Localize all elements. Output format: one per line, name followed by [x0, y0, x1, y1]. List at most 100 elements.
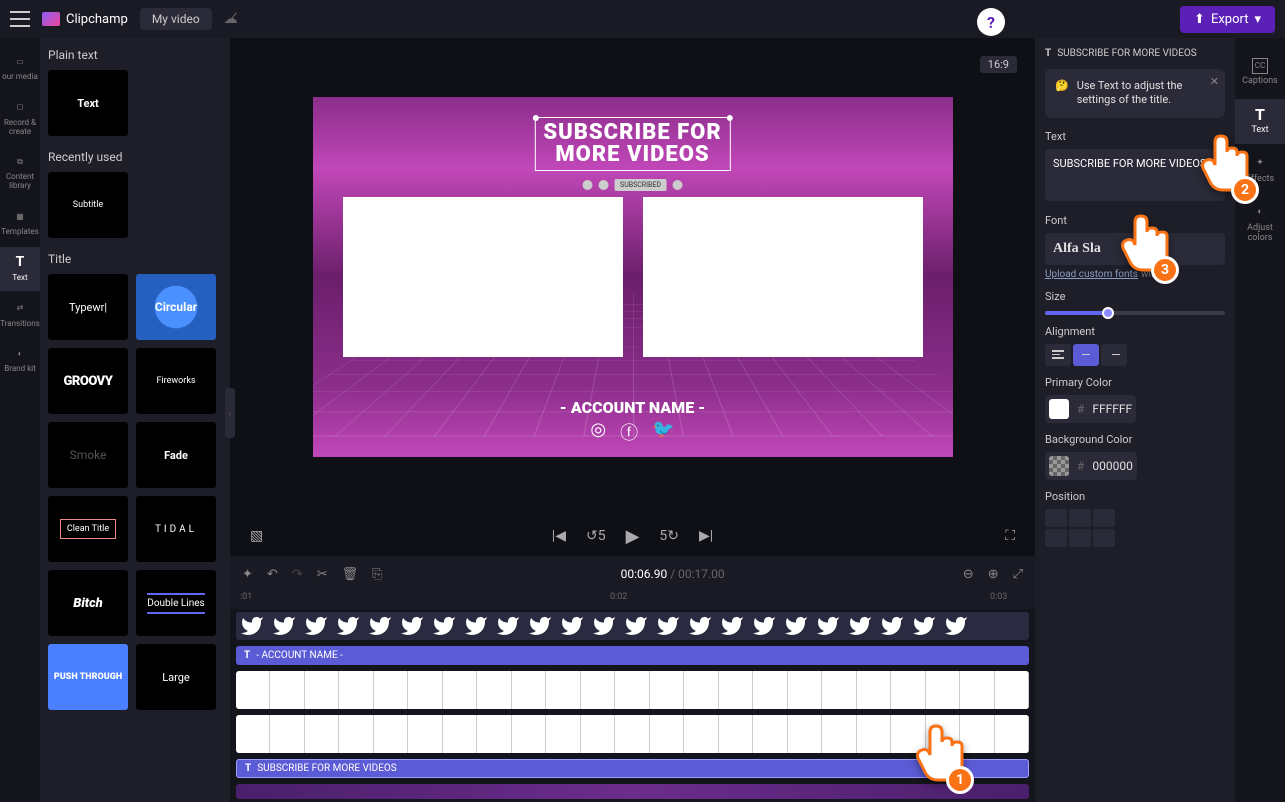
zoom-in-button[interactable]: ⊕ — [988, 567, 999, 582]
track-background-video[interactable] — [236, 784, 1029, 799]
camera-icon: ◻ — [12, 100, 28, 116]
thumb-double-lines[interactable]: Double Lines — [136, 570, 216, 636]
redo-button[interactable]: ↷ — [292, 567, 303, 582]
track-account-name[interactable]: T - ACCOUNT NAME - — [236, 646, 1029, 665]
align-center-button[interactable] — [1073, 344, 1099, 366]
text-icon: T — [245, 763, 251, 774]
rail-adjust-colors[interactable]: ◐Adjust colors — [1235, 197, 1285, 252]
help-button[interactable]: ? — [977, 8, 1005, 36]
facebook-icon: ⓕ — [620, 419, 638, 445]
aspect-ratio-badge[interactable]: 16:9 — [980, 56, 1017, 73]
rail-captions[interactable]: CCCaptions — [1235, 50, 1285, 95]
track-placeholder-1[interactable] — [236, 671, 1029, 709]
thumb-large[interactable]: Large — [136, 644, 216, 710]
section-recently-used: Recently used — [48, 150, 222, 164]
thumb-fade[interactable]: Fade — [136, 422, 216, 488]
thumb-groovy[interactable]: GROOVY — [48, 348, 128, 414]
panel-title: SUBSCRIBE FOR MORE VIDEOS — [1057, 48, 1197, 59]
slider-thumb[interactable] — [1102, 307, 1114, 319]
color-swatch-transparent — [1049, 456, 1069, 476]
close-tip-button[interactable]: ✕ — [1210, 75, 1219, 89]
rail-transitions[interactable]: ⇄Transitions — [0, 293, 40, 337]
section-title: Title — [48, 252, 222, 266]
library-icon: ⧉ — [12, 154, 28, 170]
transport-bar: ▧ |◀ ↺5 ▶ 5↻ ▶| ⛶ — [230, 516, 1035, 556]
thumb-smoke[interactable]: Smoke — [48, 422, 128, 488]
timeline-ruler[interactable]: :01 0:02 0:03 — [230, 592, 1035, 609]
undo-button[interactable]: ↶ — [267, 567, 278, 582]
wand-icon: ✦ — [1252, 156, 1268, 172]
timecode-display: 00:06.90 / 00:17.00 — [621, 567, 725, 581]
zoom-out-button[interactable]: ⊖ — [963, 567, 974, 582]
upload-fonts-link[interactable]: Upload custom fonts — [1045, 269, 1138, 280]
thumb-clean-title[interactable]: Clean Title — [48, 496, 128, 562]
align-right-button[interactable] — [1101, 344, 1127, 366]
track-placeholder-2[interactable] — [236, 715, 1029, 753]
canvas-title-text[interactable]: SUBSCRIBE FOR MORE VIDEOS — [534, 117, 730, 171]
pos-top-center[interactable] — [1069, 509, 1091, 527]
text-icon: T — [1252, 107, 1268, 123]
left-rail: ▭our media ◻Record & create ⧉Content lib… — [0, 38, 40, 802]
size-slider[interactable] — [1045, 311, 1225, 315]
zoom-fit-button[interactable]: ⤢ — [1013, 567, 1023, 582]
skip-end-button[interactable]: ▶| — [699, 528, 713, 544]
bg-color-input[interactable]: #000000 — [1045, 452, 1137, 480]
cloud-sync-icon[interactable]: ☁̸ — [224, 11, 238, 27]
rail-effects[interactable]: ✦Effects — [1235, 148, 1285, 193]
rail-text[interactable]: TText — [0, 247, 40, 291]
thumb-text[interactable]: Text — [48, 70, 128, 136]
play-button[interactable]: ▶ — [626, 526, 640, 547]
bell-icon — [673, 180, 683, 190]
grid-icon: ▦ — [12, 209, 28, 225]
split-button[interactable]: ⎘ — [372, 567, 382, 582]
rail-templates[interactable]: ▦Templates — [0, 201, 40, 245]
magic-button[interactable]: ✦ — [242, 567, 253, 582]
text-content-input[interactable] — [1045, 149, 1225, 201]
thumb-push-through[interactable]: PUSH THROUGH — [48, 644, 128, 710]
pos-mid-right[interactable] — [1093, 529, 1115, 547]
pos-top-left[interactable] — [1045, 509, 1067, 527]
primary-color-input[interactable]: #FFFFFF — [1045, 395, 1136, 423]
tip-callout: 🤔 Use Text to adjust the settings of the… — [1045, 69, 1225, 118]
cut-button[interactable]: ✂ — [317, 567, 328, 582]
font-selector[interactable]: Alfa Sla — [1045, 233, 1225, 265]
thumb-fireworks[interactable]: Fireworks — [136, 348, 216, 414]
bg-color-label: Background Color — [1045, 433, 1225, 446]
fullscreen-button[interactable]: ⛶ — [1005, 528, 1015, 544]
app-logo: Clipchamp — [42, 12, 128, 27]
canvas-placeholder-left — [343, 197, 623, 357]
primary-color-label: Primary Color — [1045, 376, 1225, 389]
right-rail: CCCaptions TText ✦Effects ◐Adjust colors — [1235, 38, 1285, 802]
pos-mid-center[interactable] — [1069, 529, 1091, 547]
thumb-tidal[interactable]: TIDAL — [136, 496, 216, 562]
rail-record-create[interactable]: ◻Record & create — [0, 92, 40, 145]
export-button[interactable]: ⬆ Export ▾ — [1180, 6, 1275, 33]
delete-button[interactable]: 🗑 — [342, 567, 359, 582]
menu-button[interactable] — [10, 11, 30, 27]
rail-your-media[interactable]: ▭our media — [0, 46, 40, 90]
timeline[interactable]: :01 0:02 0:03 — [230, 592, 1035, 802]
video-name-input[interactable]: My video — [140, 8, 212, 30]
preview-area: 16:9 SUBSCRIBE FOR MORE VIDEOS SUBSCRIBE… — [230, 38, 1035, 516]
pos-mid-left[interactable] — [1045, 529, 1067, 547]
forward-5-button[interactable]: 5↻ — [659, 528, 679, 544]
rail-brand-kit[interactable]: ◐Brand kit — [0, 338, 40, 382]
skip-start-button[interactable]: |◀ — [552, 528, 566, 544]
editor-center: ‹ 16:9 SUBSCRIBE FOR MORE VIDEOS SUBSCRI… — [230, 38, 1035, 802]
thumb-bitch[interactable]: Bitch — [48, 570, 128, 636]
cc-icon: CC — [1252, 58, 1268, 74]
video-canvas[interactable]: SUBSCRIBE FOR MORE VIDEOS SUBSCRIBED - A… — [313, 97, 953, 457]
thumb-typewriter[interactable]: Typewr| — [48, 274, 128, 340]
thumb-circular[interactable]: Circular — [136, 274, 216, 340]
track-social-icons[interactable] — [236, 612, 1029, 640]
thumb-subtitle[interactable]: Subtitle — [48, 172, 128, 238]
rewind-5-button[interactable]: ↺5 — [586, 528, 606, 544]
track-subscribe[interactable]: T SUBSCRIBE FOR MORE VIDEOS — [236, 759, 1029, 778]
pos-top-right[interactable] — [1093, 509, 1115, 527]
rail-content-library[interactable]: ⧉Content library — [0, 146, 40, 199]
camera-off-icon[interactable]: ▧ — [250, 528, 263, 544]
subscribed-label: SUBSCRIBED — [614, 179, 667, 191]
rail-text-props[interactable]: TText — [1235, 99, 1285, 144]
align-left-button[interactable] — [1045, 344, 1071, 366]
text-field-label: Text — [1045, 130, 1225, 143]
